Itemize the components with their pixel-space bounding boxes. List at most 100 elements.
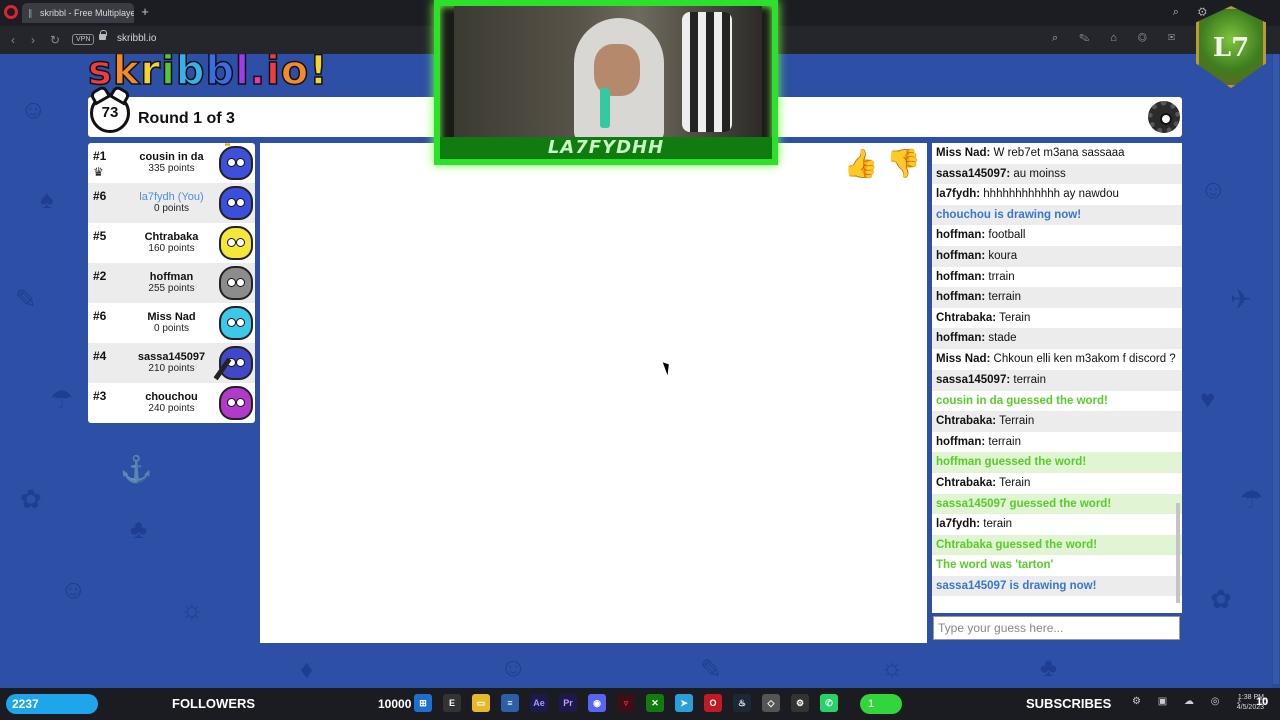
chat-username: hoffman:	[936, 332, 986, 345]
subscribes-progress-bar: 1	[860, 694, 902, 714]
players-list: #1 ♛ cousin in da 335 points ♛ #6 la7fyd…	[88, 143, 255, 423]
media-icon[interactable]: ▿	[617, 694, 635, 712]
chat-message: Miss Nad: W reb7et m3ana sassaaa	[932, 143, 1182, 164]
chat-text: sassa145097 is drawing now!	[936, 579, 1097, 592]
settings-gear-icon[interactable]	[1148, 101, 1180, 133]
settings-icon[interactable]: ⚙	[791, 694, 809, 712]
opera-logo-icon[interactable]	[4, 5, 18, 19]
chat-username: Miss Nad:	[936, 147, 991, 159]
chat-username: hoffman:	[936, 249, 986, 262]
player-row[interactable]: #1 ♛ cousin in da 335 points ♛	[88, 143, 255, 183]
gaming-chair	[682, 12, 732, 132]
chat-username: Chtrabaka:	[936, 476, 997, 489]
player-points: 335 points	[148, 163, 195, 174]
chat-text: Terain	[996, 311, 1031, 324]
chat-message: Chtrabaka: Terain	[932, 473, 1182, 494]
player-name: Chtrabaka	[144, 231, 199, 243]
vote-buttons: 👍 👍	[843, 147, 921, 180]
page-scrollbar-thumb[interactable]	[1273, 54, 1279, 684]
chat-message: The word was 'tarton'	[932, 555, 1182, 576]
chat-message: hoffman: trrain	[932, 267, 1182, 288]
taskbar: 2237 FOLLOWERS 10000 ⊞ E ▭ ≡ Ae Pr ◉ ▿ ✕ ➤ O ♨ ◇ ⚙ ✆ 1…	[0, 688, 1280, 720]
url-field[interactable]: skribbl.io	[117, 33, 156, 44]
chat-text: The word was 'tarton'	[936, 559, 1054, 572]
editor-icon[interactable]: ≡	[501, 694, 519, 712]
notification-count[interactable]: 10	[1256, 696, 1268, 708]
chat-message: hoffman: terrain	[932, 287, 1182, 308]
opera-taskbar-icon[interactable]: O	[704, 694, 722, 712]
steam-icon[interactable]: ♨	[733, 694, 751, 712]
vpn-badge[interactable]: VPN	[72, 34, 95, 45]
telegram-icon[interactable]: ➤	[675, 694, 693, 712]
player-rank: #1	[93, 149, 107, 163]
player-rank: #3	[93, 389, 107, 403]
player-row[interactable]: #6 la7fydh (You) 0 points	[88, 183, 255, 223]
chat-scrollbar[interactable]	[1175, 143, 1181, 613]
timer-clock: 73	[90, 93, 130, 133]
chat-message: Chtrabaka: Terrain	[932, 411, 1182, 432]
epic-games-icon[interactable]: E	[443, 694, 461, 712]
player-rank: #6	[93, 309, 107, 323]
premiere-pro-icon[interactable]: Pr	[559, 694, 577, 712]
chat-text: W reb7et m3ana sassaaa	[990, 147, 1125, 159]
player-name: sassa145097	[137, 351, 206, 363]
chat-text: au moinss	[1010, 167, 1066, 180]
chat-panel: Miss Nad: W reb7et m3ana sassaaa sassa145…	[932, 143, 1182, 613]
app-icon[interactable]: ◇	[762, 694, 780, 712]
reload-icon[interactable]: ↻	[48, 33, 62, 47]
new-tab-button[interactable]: +	[139, 5, 151, 19]
followers-progress-bar: 2237	[6, 694, 98, 714]
browser-tab[interactable]: ∥ skribbl - Free Multiplayer	[22, 3, 134, 23]
chat-text: terrain	[985, 435, 1021, 448]
chat-message: cousin in da guessed the word!	[932, 391, 1182, 412]
chat-message: sassa145097: au moinss	[932, 163, 1182, 185]
discord-icon[interactable]: ◉	[588, 694, 606, 712]
microphone	[600, 88, 610, 128]
player-points: 0 points	[153, 203, 190, 214]
chat-text: terrain	[985, 291, 1021, 304]
player-row[interactable]: #4 sassa145097 210 points	[88, 343, 255, 383]
guess-input[interactable]	[933, 616, 1180, 640]
chat-message: hoffman guessed the word!	[932, 452, 1182, 473]
chat-username: Chtrabaka:	[936, 311, 997, 324]
thumbs-up-icon[interactable]: 👍	[843, 147, 878, 180]
chat-text: sassa145097 guessed the word!	[936, 497, 1112, 510]
player-row[interactable]: #5 Chtrabaka 160 points	[88, 223, 255, 263]
tab-favicon-icon: ∥	[28, 8, 33, 18]
back-icon[interactable]: ‹	[6, 33, 20, 47]
chat-message: hoffman: football	[932, 225, 1182, 246]
chat-username: sassa145097:	[936, 373, 1011, 386]
player-rank: #2	[93, 269, 107, 283]
player-avatar	[219, 386, 253, 420]
chat-text: cousin in da guessed the word!	[936, 394, 1108, 407]
chat-text: Terrain	[996, 415, 1035, 428]
chat-message: hoffman: terrain	[932, 432, 1182, 453]
chat-text: hoffman guessed the word!	[936, 456, 1087, 469]
player-avatar	[219, 306, 253, 340]
chat-message: la7fydh: terain	[932, 514, 1182, 535]
subscribes-label: SUBSCRIBES	[1026, 696, 1112, 711]
chat-messages: Miss Nad: W reb7et m3ana sassaaa sassa145…	[932, 143, 1182, 597]
chat-username: sassa145097:	[936, 167, 1011, 180]
chat-message: Chtrabaka: Terain	[932, 308, 1182, 329]
whatsapp-icon[interactable]: ✆	[820, 694, 838, 712]
chat-username: Chtrabaka:	[936, 415, 997, 428]
webcam-overlay: LA7FYDHH	[434, 0, 778, 165]
thumbs-down-icon[interactable]: 👍	[886, 147, 921, 180]
file-explorer-icon[interactable]: ▭	[472, 694, 490, 712]
player-row[interactable]: #2 hoffman 255 points	[88, 263, 255, 303]
page-scrollbar[interactable]	[1272, 54, 1280, 688]
player-row[interactable]: #6 Miss Nad 0 points	[88, 303, 255, 343]
forward-icon[interactable]: ›	[26, 33, 40, 47]
mouse-cursor-icon	[662, 360, 673, 376]
drawing-canvas[interactable]: 👍 👍	[260, 143, 927, 643]
after-effects-icon[interactable]: Ae	[530, 694, 548, 712]
windows-start-icon[interactable]: ⊞	[414, 694, 432, 712]
chat-text: Chtrabaka guessed the word!	[936, 538, 1098, 551]
player-name: la7fydh (You)	[139, 191, 204, 203]
chat-username: hoffman:	[936, 270, 986, 283]
xbox-icon[interactable]: ✕	[646, 694, 664, 712]
chat-scrollbar-thumb[interactable]	[1176, 503, 1180, 603]
player-row[interactable]: #3 chouchou 240 points	[88, 383, 255, 423]
lock-icon[interactable]	[99, 30, 107, 40]
